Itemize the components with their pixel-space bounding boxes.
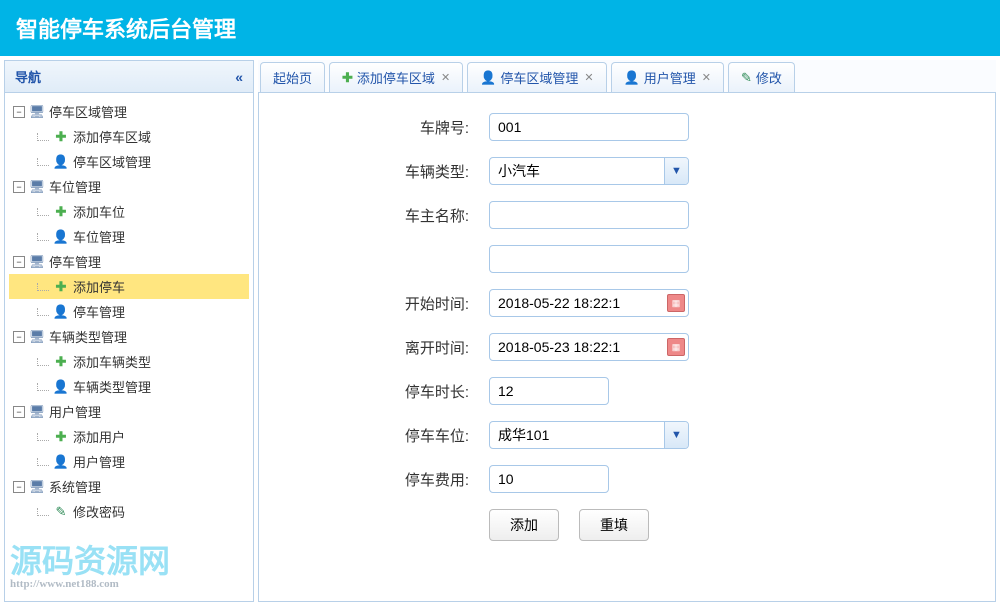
tree-child[interactable]: ✚添加用户 bbox=[9, 424, 249, 449]
tab[interactable]: 起始页 bbox=[260, 62, 325, 92]
app-title: 智能停车系统后台管理 bbox=[16, 17, 236, 42]
tree-label: 停车区域管理 bbox=[73, 152, 151, 171]
monitor-icon: 🖥 bbox=[29, 254, 45, 270]
duration-label: 停车时长: bbox=[289, 381, 469, 402]
tree-toggle-icon[interactable]: − bbox=[13, 181, 25, 193]
slot-label: 停车车位: bbox=[289, 425, 469, 446]
add-icon: ✚ bbox=[342, 70, 353, 86]
tree-label: 停车区域管理 bbox=[49, 102, 127, 121]
tab-label: 用户管理 bbox=[644, 68, 696, 87]
sidebar-title: 导航 bbox=[15, 67, 41, 86]
tab[interactable]: 👤用户管理 ✕ bbox=[611, 62, 724, 92]
duration-input[interactable] bbox=[489, 377, 609, 405]
tab-strip: 起始页✚添加停车区域 ✕👤停车区域管理 ✕👤用户管理 ✕✎修改 bbox=[258, 60, 996, 93]
owner-input[interactable] bbox=[489, 201, 689, 229]
tree-child[interactable]: ✎修改密码 bbox=[9, 499, 249, 524]
tree-parent[interactable]: −🖥停车管理 bbox=[9, 249, 249, 274]
main-area: 起始页✚添加停车区域 ✕👤停车区域管理 ✕👤用户管理 ✕✎修改 车牌号: 车辆类… bbox=[258, 60, 996, 602]
tree-parent[interactable]: −🖥系统管理 bbox=[9, 474, 249, 499]
tab-content: 车牌号: 车辆类型: ▼ 车主名称: 开始时间: bbox=[258, 93, 996, 602]
close-icon[interactable]: ✕ bbox=[441, 71, 450, 84]
start-label: 开始时间: bbox=[289, 293, 469, 314]
tree-label: 车位管理 bbox=[73, 227, 125, 246]
plate-input[interactable] bbox=[489, 113, 689, 141]
tree-label: 车辆类型管理 bbox=[49, 327, 127, 346]
owner-label: 车主名称: bbox=[289, 205, 469, 226]
tree-label: 车位管理 bbox=[49, 177, 101, 196]
tree-label: 添加停车区域 bbox=[73, 127, 151, 146]
tree-label: 添加用户 bbox=[73, 427, 125, 446]
submit-button[interactable]: 添加 bbox=[489, 509, 559, 541]
tree-child[interactable]: 👤用户管理 bbox=[9, 449, 249, 474]
close-icon[interactable]: ✕ bbox=[584, 71, 593, 84]
close-icon[interactable]: ✕ bbox=[702, 71, 711, 84]
type-label: 车辆类型: bbox=[289, 161, 469, 182]
tree-child[interactable]: ✚添加车位 bbox=[9, 199, 249, 224]
tree-child[interactable]: ✚添加停车 bbox=[9, 274, 249, 299]
tree-parent[interactable]: −🖥车辆类型管理 bbox=[9, 324, 249, 349]
tree-parent[interactable]: −🖥车位管理 bbox=[9, 174, 249, 199]
tree-toggle-icon[interactable]: − bbox=[13, 331, 25, 343]
tree-child[interactable]: ✚添加停车区域 bbox=[9, 124, 249, 149]
tree-parent[interactable]: −🖥用户管理 bbox=[9, 399, 249, 424]
monitor-icon: 🖥 bbox=[29, 479, 45, 495]
monitor-icon: 🖥 bbox=[29, 104, 45, 120]
collapse-icon[interactable]: « bbox=[235, 69, 243, 85]
extra-input[interactable] bbox=[489, 245, 689, 273]
tree-child[interactable]: 👤停车管理 bbox=[9, 299, 249, 324]
tree-child[interactable]: 👤车位管理 bbox=[9, 224, 249, 249]
tree-label: 用户管理 bbox=[49, 402, 101, 421]
tree-label: 添加车位 bbox=[73, 202, 125, 221]
tab-label: 起始页 bbox=[273, 68, 312, 87]
pencil-icon: ✎ bbox=[741, 70, 752, 86]
tab-label: 添加停车区域 bbox=[357, 68, 435, 87]
fee-label: 停车费用: bbox=[289, 469, 469, 490]
tree-label: 停车管理 bbox=[49, 252, 101, 271]
monitor-icon: 🖥 bbox=[29, 179, 45, 195]
type-select[interactable] bbox=[489, 157, 689, 185]
app-header: 智能停车系统后台管理 bbox=[0, 0, 1000, 56]
sidebar: 导航 « −🖥停车区域管理✚添加停车区域👤停车区域管理−🖥车位管理✚添加车位👤车… bbox=[4, 60, 254, 602]
tree-child[interactable]: ✚添加车辆类型 bbox=[9, 349, 249, 374]
monitor-icon: 🖥 bbox=[29, 404, 45, 420]
tab-label: 停车区域管理 bbox=[500, 68, 578, 87]
tab-label: 修改 bbox=[756, 68, 782, 87]
tree-label: 停车管理 bbox=[73, 302, 125, 321]
tree-label: 添加车辆类型 bbox=[73, 352, 151, 371]
user-icon: 👤 bbox=[480, 70, 496, 86]
user-icon: 👤 bbox=[624, 70, 640, 86]
slot-select[interactable] bbox=[489, 421, 689, 449]
tree-label: 用户管理 bbox=[73, 452, 125, 471]
tree-parent[interactable]: −🖥停车区域管理 bbox=[9, 99, 249, 124]
monitor-icon: 🖥 bbox=[29, 329, 45, 345]
tree-label: 车辆类型管理 bbox=[73, 377, 151, 396]
tree-toggle-icon[interactable]: − bbox=[13, 256, 25, 268]
tab[interactable]: ✎修改 bbox=[728, 62, 795, 92]
fee-input[interactable] bbox=[489, 465, 609, 493]
reset-button[interactable]: 重填 bbox=[579, 509, 649, 541]
tab[interactable]: 👤停车区域管理 ✕ bbox=[467, 62, 606, 92]
tree-toggle-icon[interactable]: − bbox=[13, 481, 25, 493]
tree-label: 系统管理 bbox=[49, 477, 101, 496]
start-input[interactable] bbox=[489, 289, 689, 317]
end-input[interactable] bbox=[489, 333, 689, 361]
tree-toggle-icon[interactable]: − bbox=[13, 406, 25, 418]
tree-label: 修改密码 bbox=[73, 502, 125, 521]
tree-child[interactable]: 👤车辆类型管理 bbox=[9, 374, 249, 399]
end-label: 离开时间: bbox=[289, 337, 469, 358]
plate-label: 车牌号: bbox=[289, 117, 469, 138]
sidebar-title-bar: 导航 « bbox=[5, 61, 253, 93]
tree-child[interactable]: 👤停车区域管理 bbox=[9, 149, 249, 174]
tab[interactable]: ✚添加停车区域 ✕ bbox=[329, 62, 463, 92]
tree-toggle-icon[interactable]: − bbox=[13, 106, 25, 118]
nav-tree: −🖥停车区域管理✚添加停车区域👤停车区域管理−🖥车位管理✚添加车位👤车位管理−🖥… bbox=[5, 93, 253, 530]
tree-label: 添加停车 bbox=[73, 277, 125, 296]
